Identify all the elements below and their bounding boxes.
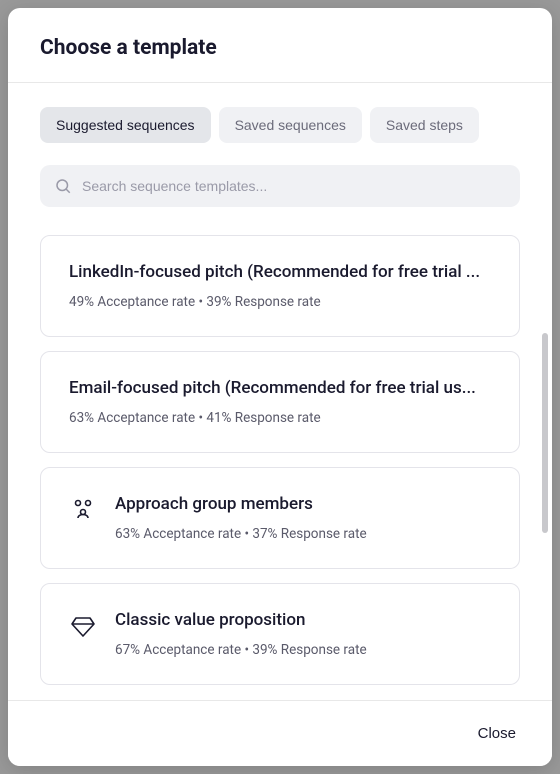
template-stats: 49% Acceptance rate • 39% Response rate — [69, 294, 491, 310]
tab-suggested-sequences[interactable]: Suggested sequences — [40, 107, 211, 143]
template-stats: 63% Acceptance rate • 37% Response rate — [115, 526, 491, 542]
search-wrapper — [40, 165, 520, 207]
template-card[interactable]: Approach group members 63% Acceptance ra… — [40, 467, 520, 569]
group-icon — [69, 496, 97, 524]
modal-footer: Close — [8, 700, 552, 766]
template-card[interactable]: Classic value proposition 67% Acceptance… — [40, 583, 520, 685]
close-button[interactable]: Close — [474, 719, 520, 748]
template-title: Approach group members — [115, 494, 491, 514]
template-content: Approach group members 63% Acceptance ra… — [115, 494, 491, 542]
template-title: Email-focused pitch (Recommended for fre… — [69, 378, 491, 398]
template-card[interactable]: LinkedIn-focused pitch (Recommended for … — [40, 235, 520, 337]
template-card[interactable]: Email-focused pitch (Recommended for fre… — [40, 351, 520, 453]
modal-header: Choose a template — [8, 8, 552, 83]
tabs-row: Suggested sequences Saved sequences Save… — [40, 107, 520, 143]
template-stats: 63% Acceptance rate • 41% Response rate — [69, 410, 491, 426]
template-title: Classic value proposition — [115, 610, 491, 630]
tab-saved-sequences[interactable]: Saved sequences — [219, 107, 362, 143]
modal-title: Choose a template — [40, 36, 520, 60]
template-list: LinkedIn-focused pitch (Recommended for … — [40, 235, 520, 700]
search-icon — [54, 177, 72, 195]
scrollbar-thumb[interactable] — [542, 333, 548, 533]
template-content: Classic value proposition 67% Acceptance… — [115, 610, 491, 658]
template-modal: Choose a template Suggested sequences Sa… — [8, 8, 552, 766]
template-title: LinkedIn-focused pitch (Recommended for … — [69, 262, 491, 282]
diamond-icon — [69, 612, 97, 640]
modal-body: Suggested sequences Saved sequences Save… — [8, 83, 552, 700]
search-input[interactable] — [40, 165, 520, 207]
tab-saved-steps[interactable]: Saved steps — [370, 107, 479, 143]
template-stats: 67% Acceptance rate • 39% Response rate — [115, 642, 491, 658]
